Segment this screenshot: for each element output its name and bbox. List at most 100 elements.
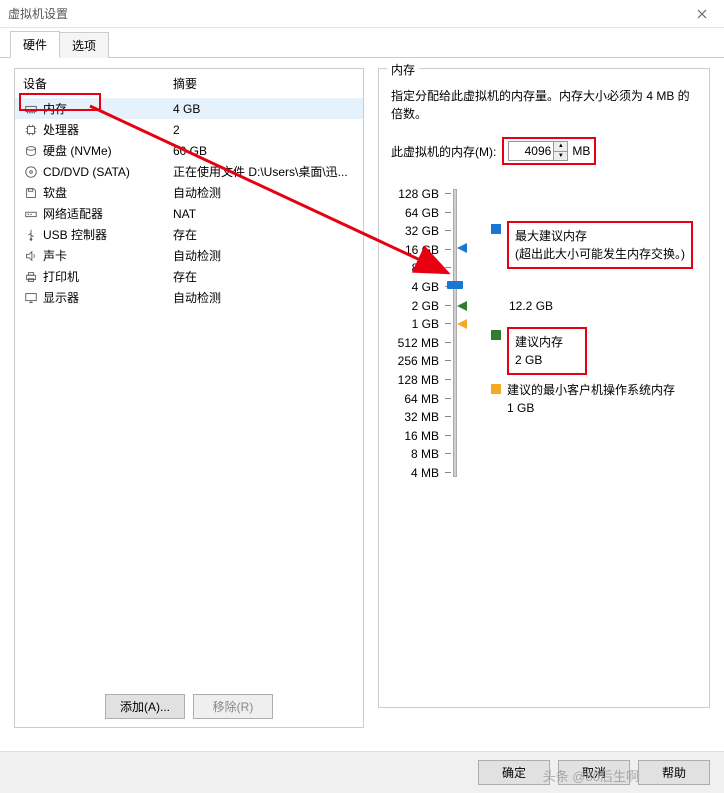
marker-min bbox=[457, 319, 467, 329]
device-summary: 4 GB bbox=[173, 102, 359, 116]
tick-label: 64 GB bbox=[391, 204, 439, 223]
legend-min-value: 1 GB bbox=[507, 399, 675, 417]
slider-thumb[interactable] bbox=[447, 281, 463, 289]
spin-up[interactable]: ▲ bbox=[554, 142, 567, 152]
memory-legend: 内存 bbox=[387, 61, 419, 78]
device-row[interactable]: 软盘自动检测 bbox=[15, 182, 363, 203]
tab-bar: 硬件 选项 bbox=[0, 28, 724, 58]
col-summary: 摘要 bbox=[173, 75, 197, 92]
device-summary: 存在 bbox=[173, 268, 359, 285]
settings-panel: 内存 指定分配给此虚拟机的内存量。内存大小必须为 4 MB 的倍数。 此虚拟机的… bbox=[378, 68, 710, 728]
device-name: 硬盘 (NVMe) bbox=[43, 142, 173, 159]
legend-rec-value: 2 GB bbox=[515, 351, 579, 369]
device-name: 网络适配器 bbox=[43, 205, 173, 222]
device-name: USB 控制器 bbox=[43, 226, 173, 243]
memory-input-highlight: ▲ ▼ MB bbox=[502, 137, 596, 165]
device-name: 内存 bbox=[43, 100, 173, 117]
device-name: 声卡 bbox=[43, 247, 173, 264]
legend-max-value: 12.2 GB bbox=[509, 297, 553, 315]
tick-label: 8 MB bbox=[391, 445, 439, 464]
device-row[interactable]: USB 控制器存在 bbox=[15, 224, 363, 245]
legend-rec-title: 建议内存 bbox=[515, 333, 579, 351]
device-list-header: 设备 摘要 bbox=[15, 69, 363, 98]
usb-icon bbox=[23, 227, 39, 243]
memory-unit: MB bbox=[572, 144, 590, 158]
memory-description: 指定分配给此虚拟机的内存量。内存大小必须为 4 MB 的倍数。 bbox=[391, 87, 697, 123]
tick-label: 128 GB bbox=[391, 185, 439, 204]
memory-slider[interactable] bbox=[443, 185, 467, 485]
titlebar: 虚拟机设置 bbox=[0, 0, 724, 28]
display-icon bbox=[23, 290, 39, 306]
tab-options[interactable]: 选项 bbox=[59, 32, 109, 58]
device-row[interactable]: CD/DVD (SATA)正在使用文件 D:\Users\桌面\迅... bbox=[15, 161, 363, 182]
device-summary: 存在 bbox=[173, 226, 359, 243]
device-name: 打印机 bbox=[43, 268, 173, 285]
device-summary: 自动检测 bbox=[173, 289, 359, 306]
marker-recommended bbox=[457, 301, 467, 311]
device-summary: 2 bbox=[173, 123, 359, 137]
square-blue-icon bbox=[491, 224, 501, 234]
tick-label: 128 MB bbox=[391, 371, 439, 390]
device-summary: 自动检测 bbox=[173, 247, 359, 264]
cpu-icon bbox=[23, 122, 39, 138]
add-button[interactable]: 添加(A)... bbox=[105, 694, 185, 719]
sound-icon bbox=[23, 248, 39, 264]
tab-hardware[interactable]: 硬件 bbox=[10, 31, 60, 58]
device-summary: 正在使用文件 D:\Users\桌面\迅... bbox=[173, 163, 359, 180]
device-summary: 60 GB bbox=[173, 144, 359, 158]
marker-max bbox=[457, 243, 467, 253]
floppy-icon bbox=[23, 185, 39, 201]
tick-label: 8 GB bbox=[391, 259, 439, 278]
device-row[interactable]: 硬盘 (NVMe)60 GB bbox=[15, 140, 363, 161]
disk-icon bbox=[23, 143, 39, 159]
device-summary: NAT bbox=[173, 207, 359, 221]
help-button[interactable]: 帮助 bbox=[638, 760, 710, 785]
net-icon bbox=[23, 206, 39, 222]
device-name: CD/DVD (SATA) bbox=[43, 165, 173, 179]
device-name: 软盘 bbox=[43, 184, 173, 201]
tick-label: 2 GB bbox=[391, 297, 439, 316]
device-name: 显示器 bbox=[43, 289, 173, 306]
tick-labels: 128 GB64 GB32 GB16 GB8 GB4 GB2 GB1 GB512… bbox=[391, 185, 439, 483]
memory-value-input[interactable] bbox=[509, 142, 553, 160]
device-summary: 自动检测 bbox=[173, 184, 359, 201]
tick-label: 64 MB bbox=[391, 390, 439, 409]
remove-button: 移除(R) bbox=[193, 694, 273, 719]
tick-label: 4 MB bbox=[391, 464, 439, 483]
tick-label: 16 MB bbox=[391, 427, 439, 446]
ok-button[interactable]: 确定 bbox=[478, 760, 550, 785]
square-green-icon bbox=[491, 330, 501, 340]
printer-icon bbox=[23, 269, 39, 285]
device-row[interactable]: 内存4 GB bbox=[15, 98, 363, 119]
memory-icon bbox=[23, 101, 39, 117]
device-row[interactable]: 声卡自动检测 bbox=[15, 245, 363, 266]
square-yellow-icon bbox=[491, 384, 501, 394]
tick-label: 16 GB bbox=[391, 241, 439, 260]
memory-groupbox: 内存 指定分配给此虚拟机的内存量。内存大小必须为 4 MB 的倍数。 此虚拟机的… bbox=[378, 68, 710, 708]
legend-max-title: 最大建议内存 bbox=[515, 227, 685, 245]
cancel-button[interactable]: 取消 bbox=[558, 760, 630, 785]
legend-min-title: 建议的最小客户机操作系统内存 bbox=[507, 381, 675, 399]
device-row[interactable]: 打印机存在 bbox=[15, 266, 363, 287]
tick-label: 4 GB bbox=[391, 278, 439, 297]
memory-spinbox[interactable]: ▲ ▼ bbox=[508, 141, 568, 161]
device-name: 处理器 bbox=[43, 121, 173, 138]
window-title: 虚拟机设置 bbox=[8, 5, 68, 22]
device-row[interactable]: 处理器2 bbox=[15, 119, 363, 140]
device-list[interactable]: 内存4 GB处理器2硬盘 (NVMe)60 GBCD/DVD (SATA)正在使… bbox=[15, 98, 363, 686]
device-row[interactable]: 显示器自动检测 bbox=[15, 287, 363, 308]
tick-label: 32 MB bbox=[391, 408, 439, 427]
tick-label: 256 MB bbox=[391, 352, 439, 371]
rec-memory-highlight: 建议内存 2 GB bbox=[507, 327, 587, 375]
device-row[interactable]: 网络适配器NAT bbox=[15, 203, 363, 224]
tick-label: 1 GB bbox=[391, 315, 439, 334]
max-memory-highlight: 最大建议内存 (超出此大小可能发生内存交换。) bbox=[507, 221, 693, 269]
tick-label: 32 GB bbox=[391, 222, 439, 241]
tick-label: 512 MB bbox=[391, 334, 439, 353]
disc-icon bbox=[23, 164, 39, 180]
spin-down[interactable]: ▼ bbox=[554, 152, 567, 161]
col-device: 设备 bbox=[23, 75, 173, 92]
legend-max-note: (超出此大小可能发生内存交换。) bbox=[515, 245, 685, 263]
memory-slider-area: 128 GB64 GB32 GB16 GB8 GB4 GB2 GB1 GB512… bbox=[391, 185, 697, 485]
close-button[interactable] bbox=[680, 0, 724, 28]
